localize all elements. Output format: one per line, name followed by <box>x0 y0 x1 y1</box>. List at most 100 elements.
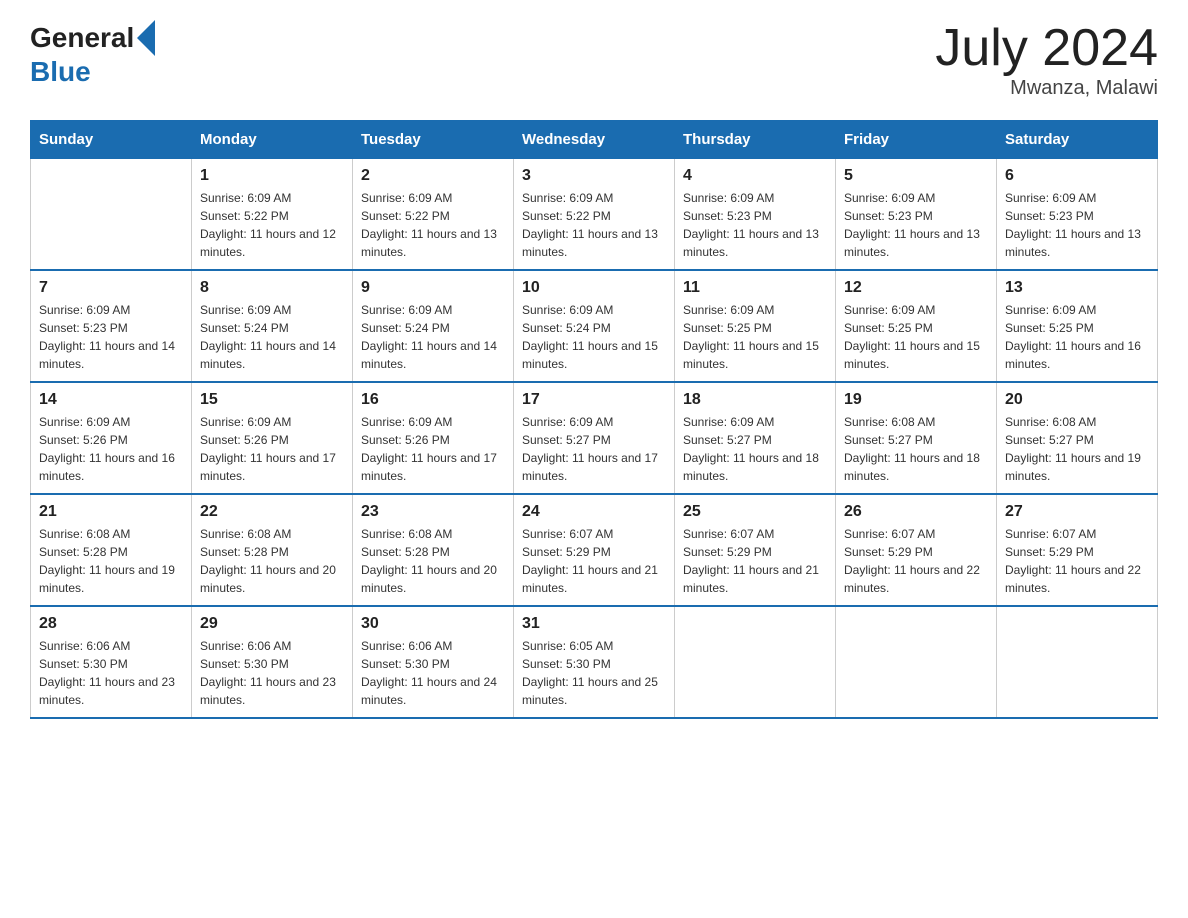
day-info: Sunrise: 6:09 AMSunset: 5:27 PMDaylight:… <box>522 413 666 485</box>
day-number: 16 <box>361 391 505 409</box>
day-number: 6 <box>1005 167 1149 185</box>
day-info: Sunrise: 6:06 AMSunset: 5:30 PMDaylight:… <box>200 637 344 709</box>
calendar-cell: 23 Sunrise: 6:08 AMSunset: 5:28 PMDayligh… <box>353 494 514 606</box>
header-row: SundayMondayTuesdayWednesdayThursdayFrid… <box>31 121 1158 159</box>
calendar-cell: 29 Sunrise: 6:06 AMSunset: 5:30 PMDayligh… <box>192 606 353 718</box>
calendar-cell: 1 Sunrise: 6:09 AMSunset: 5:22 PMDaylight… <box>192 159 353 271</box>
day-info: Sunrise: 6:08 AMSunset: 5:28 PMDaylight:… <box>200 525 344 597</box>
page-header: General Blue July 2024 Mwanza, Malawi <box>30 20 1158 100</box>
title-section: July 2024 Mwanza, Malawi <box>935 20 1158 100</box>
day-info: Sunrise: 6:09 AMSunset: 5:23 PMDaylight:… <box>683 189 827 261</box>
day-info: Sunrise: 6:06 AMSunset: 5:30 PMDaylight:… <box>361 637 505 709</box>
day-number: 3 <box>522 167 666 185</box>
day-info: Sunrise: 6:08 AMSunset: 5:27 PMDaylight:… <box>844 413 988 485</box>
calendar-cell: 7 Sunrise: 6:09 AMSunset: 5:23 PMDaylight… <box>31 270 192 382</box>
day-info: Sunrise: 6:09 AMSunset: 5:22 PMDaylight:… <box>522 189 666 261</box>
day-number: 31 <box>522 615 666 633</box>
calendar-cell: 30 Sunrise: 6:06 AMSunset: 5:30 PMDayligh… <box>353 606 514 718</box>
day-info: Sunrise: 6:09 AMSunset: 5:23 PMDaylight:… <box>1005 189 1149 261</box>
day-info: Sunrise: 6:08 AMSunset: 5:28 PMDaylight:… <box>361 525 505 597</box>
day-number: 1 <box>200 167 344 185</box>
calendar-cell: 3 Sunrise: 6:09 AMSunset: 5:22 PMDaylight… <box>514 159 675 271</box>
column-header-friday: Friday <box>836 121 997 159</box>
calendar-cell: 25Sunrise: 6:07 AMSunset: 5:29 PMDayligh… <box>675 494 836 606</box>
day-info: Sunrise: 6:07 AMSunset: 5:29 PMDaylight:… <box>683 525 827 597</box>
week-row-2: 7 Sunrise: 6:09 AMSunset: 5:23 PMDaylight… <box>31 270 1158 382</box>
day-info: Sunrise: 6:06 AMSunset: 5:30 PMDaylight:… <box>39 637 183 709</box>
day-info: Sunrise: 6:09 AMSunset: 5:24 PMDaylight:… <box>522 301 666 373</box>
day-info: Sunrise: 6:09 AMSunset: 5:27 PMDaylight:… <box>683 413 827 485</box>
calendar-cell: 13Sunrise: 6:09 AMSunset: 5:25 PMDayligh… <box>997 270 1158 382</box>
day-info: Sunrise: 6:09 AMSunset: 5:26 PMDaylight:… <box>39 413 183 485</box>
day-number: 10 <box>522 279 666 297</box>
week-row-4: 21Sunrise: 6:08 AMSunset: 5:28 PMDayligh… <box>31 494 1158 606</box>
day-info: Sunrise: 6:07 AMSunset: 5:29 PMDaylight:… <box>844 525 988 597</box>
day-number: 23 <box>361 503 505 521</box>
day-number: 4 <box>683 167 827 185</box>
calendar-cell: 17 Sunrise: 6:09 AMSunset: 5:27 PMDayligh… <box>514 382 675 494</box>
day-number: 5 <box>844 167 988 185</box>
day-number: 12 <box>844 279 988 297</box>
calendar-cell: 2Sunrise: 6:09 AMSunset: 5:22 PMDaylight… <box>353 159 514 271</box>
day-number: 29 <box>200 615 344 633</box>
calendar-cell: 12 Sunrise: 6:09 AMSunset: 5:25 PMDayligh… <box>836 270 997 382</box>
day-number: 14 <box>39 391 183 409</box>
day-info: Sunrise: 6:08 AMSunset: 5:28 PMDaylight:… <box>39 525 183 597</box>
page-title: July 2024 <box>935 20 1158 77</box>
week-row-5: 28Sunrise: 6:06 AMSunset: 5:30 PMDayligh… <box>31 606 1158 718</box>
calendar-cell: 11Sunrise: 6:09 AMSunset: 5:25 PMDayligh… <box>675 270 836 382</box>
day-info: Sunrise: 6:05 AMSunset: 5:30 PMDaylight:… <box>522 637 666 709</box>
calendar-cell: 26Sunrise: 6:07 AMSunset: 5:29 PMDayligh… <box>836 494 997 606</box>
calendar-cell: 5 Sunrise: 6:09 AMSunset: 5:23 PMDaylight… <box>836 159 997 271</box>
day-number: 2 <box>361 167 505 185</box>
calendar-cell <box>675 606 836 718</box>
day-number: 11 <box>683 279 827 297</box>
column-header-tuesday: Tuesday <box>353 121 514 159</box>
calendar-cell: 20 Sunrise: 6:08 AMSunset: 5:27 PMDayligh… <box>997 382 1158 494</box>
column-header-monday: Monday <box>192 121 353 159</box>
day-info: Sunrise: 6:09 AMSunset: 5:23 PMDaylight:… <box>844 189 988 261</box>
logo: General Blue <box>30 20 158 88</box>
calendar-table: SundayMondayTuesdayWednesdayThursdayFrid… <box>30 120 1158 719</box>
column-header-sunday: Sunday <box>31 121 192 159</box>
day-info: Sunrise: 6:07 AMSunset: 5:29 PMDaylight:… <box>522 525 666 597</box>
day-number: 17 <box>522 391 666 409</box>
day-info: Sunrise: 6:08 AMSunset: 5:27 PMDaylight:… <box>1005 413 1149 485</box>
logo-blue-text: Blue <box>30 56 91 88</box>
calendar-cell: 28Sunrise: 6:06 AMSunset: 5:30 PMDayligh… <box>31 606 192 718</box>
day-info: Sunrise: 6:09 AMSunset: 5:26 PMDaylight:… <box>200 413 344 485</box>
calendar-cell: 4 Sunrise: 6:09 AMSunset: 5:23 PMDaylight… <box>675 159 836 271</box>
calendar-cell: 21Sunrise: 6:08 AMSunset: 5:28 PMDayligh… <box>31 494 192 606</box>
logo-general-text: General <box>30 22 134 54</box>
day-number: 15 <box>200 391 344 409</box>
page-subtitle: Mwanza, Malawi <box>935 77 1158 100</box>
column-header-thursday: Thursday <box>675 121 836 159</box>
day-info: Sunrise: 6:09 AMSunset: 5:23 PMDaylight:… <box>39 301 183 373</box>
day-info: Sunrise: 6:09 AMSunset: 5:25 PMDaylight:… <box>844 301 988 373</box>
calendar-cell: 10 Sunrise: 6:09 AMSunset: 5:24 PMDayligh… <box>514 270 675 382</box>
day-number: 22 <box>200 503 344 521</box>
day-number: 18 <box>683 391 827 409</box>
calendar-cell: 6 Sunrise: 6:09 AMSunset: 5:23 PMDaylight… <box>997 159 1158 271</box>
column-header-wednesday: Wednesday <box>514 121 675 159</box>
calendar-cell: 16 Sunrise: 6:09 AMSunset: 5:26 PMDayligh… <box>353 382 514 494</box>
day-number: 20 <box>1005 391 1149 409</box>
day-info: Sunrise: 6:09 AMSunset: 5:26 PMDaylight:… <box>361 413 505 485</box>
calendar-cell <box>836 606 997 718</box>
day-info: Sunrise: 6:09 AMSunset: 5:24 PMDaylight:… <box>200 301 344 373</box>
day-info: Sunrise: 6:07 AMSunset: 5:29 PMDaylight:… <box>1005 525 1149 597</box>
calendar-cell <box>997 606 1158 718</box>
calendar-cell: 31 Sunrise: 6:05 AMSunset: 5:30 PMDayligh… <box>514 606 675 718</box>
calendar-cell: 19 Sunrise: 6:08 AMSunset: 5:27 PMDayligh… <box>836 382 997 494</box>
day-number: 7 <box>39 279 183 297</box>
calendar-cell: 14 Sunrise: 6:09 AMSunset: 5:26 PMDayligh… <box>31 382 192 494</box>
day-number: 30 <box>361 615 505 633</box>
calendar-cell <box>31 159 192 271</box>
calendar-cell: 24Sunrise: 6:07 AMSunset: 5:29 PMDayligh… <box>514 494 675 606</box>
calendar-cell: 9Sunrise: 6:09 AMSunset: 5:24 PMDaylight… <box>353 270 514 382</box>
day-number: 27 <box>1005 503 1149 521</box>
day-info: Sunrise: 6:09 AMSunset: 5:22 PMDaylight:… <box>200 189 344 261</box>
day-number: 19 <box>844 391 988 409</box>
day-number: 13 <box>1005 279 1149 297</box>
calendar-cell: 15 Sunrise: 6:09 AMSunset: 5:26 PMDayligh… <box>192 382 353 494</box>
